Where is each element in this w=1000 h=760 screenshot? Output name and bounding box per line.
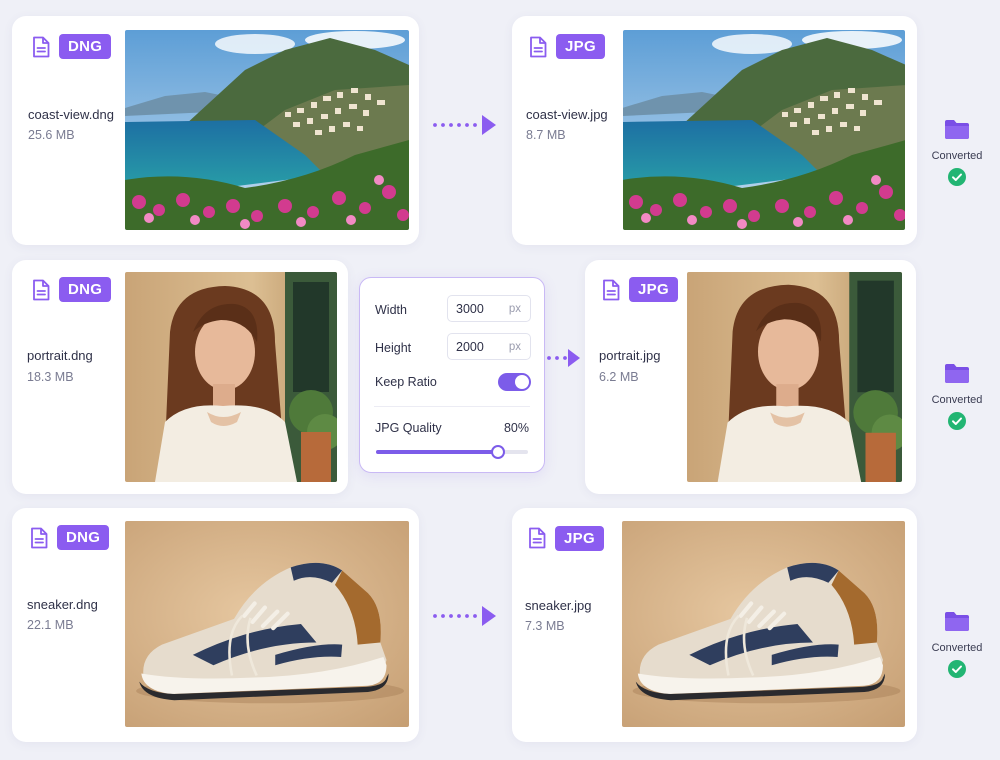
coast-photo-image — [125, 30, 409, 230]
file-name: coast-view.dng — [28, 107, 114, 122]
source-card-sneaker[interactable]: DNG sneaker.dng 22.1 MB — [12, 508, 419, 742]
folder-icon[interactable] — [944, 362, 970, 384]
width-input[interactable]: 3000 px — [447, 295, 531, 322]
sneaker-photo-image — [622, 521, 905, 727]
image-thumbnail[interactable] — [125, 272, 337, 482]
format-badge: JPG — [629, 277, 678, 302]
file-icon — [30, 527, 48, 549]
dotted-arrow-icon — [433, 115, 496, 135]
output-card-portrait[interactable]: JPG portrait.jpg 6.2 MB — [585, 260, 916, 494]
height-label: Height — [375, 341, 412, 355]
file-icon — [32, 279, 50, 301]
file-size: 6.2 MB — [599, 370, 639, 384]
slider-fill — [376, 450, 498, 454]
format-badge: DNG — [59, 34, 112, 59]
height-unit: px — [508, 341, 521, 353]
file-icon — [529, 36, 547, 58]
file-icon — [602, 279, 620, 301]
dotted-arrow-icon — [547, 349, 580, 367]
format-badge: JPG — [556, 34, 605, 59]
check-circle-icon — [948, 412, 966, 430]
image-thumbnail[interactable] — [622, 521, 905, 727]
file-name: sneaker.jpg — [525, 598, 592, 613]
folder-icon[interactable] — [944, 118, 970, 140]
status-label: Converted — [931, 394, 983, 406]
format-badge: DNG — [59, 277, 112, 302]
conversion-status: Converted — [922, 118, 992, 186]
check-circle-icon — [948, 168, 966, 186]
coast-photo-image — [623, 30, 905, 230]
toggle-knob — [515, 375, 529, 389]
dotted-arrow-icon — [433, 606, 496, 626]
format-badge: JPG — [555, 526, 604, 551]
output-card-sneaker[interactable]: JPG sneaker.jpg 7.3 MB — [512, 508, 917, 742]
file-size: 22.1 MB — [27, 618, 74, 632]
conversion-status: Converted — [922, 362, 992, 430]
conversion-status: Converted — [922, 610, 992, 678]
file-size: 8.7 MB — [526, 128, 566, 142]
status-label: Converted — [931, 150, 983, 162]
height-value: 2000 — [456, 340, 484, 354]
file-icon — [32, 36, 50, 58]
file-name: portrait.jpg — [599, 348, 661, 363]
status-label: Converted — [931, 642, 983, 654]
image-thumbnail[interactable] — [125, 521, 409, 727]
image-thumbnail[interactable] — [687, 272, 902, 482]
jpg-quality-slider[interactable] — [376, 445, 528, 459]
file-icon — [528, 527, 546, 549]
portrait-photo-image — [687, 272, 902, 482]
output-card-coast-view[interactable]: JPG coast-view.jpg 8.7 MB — [512, 16, 917, 245]
keep-ratio-label: Keep Ratio — [375, 375, 437, 389]
source-card-coast-view[interactable]: DNG coast-view.dng 25.6 MB — [12, 16, 419, 245]
file-size: 25.6 MB — [28, 128, 75, 142]
sneaker-photo-image — [125, 521, 409, 727]
divider — [374, 406, 530, 407]
width-unit: px — [508, 303, 521, 315]
file-size: 18.3 MB — [27, 370, 74, 384]
jpg-quality-value: 80% — [503, 421, 529, 435]
image-thumbnail[interactable] — [125, 30, 409, 230]
file-name: portrait.dng — [27, 348, 93, 363]
file-name: coast-view.jpg — [526, 107, 608, 122]
image-thumbnail[interactable] — [623, 30, 905, 230]
check-circle-icon — [948, 660, 966, 678]
slider-thumb[interactable] — [490, 445, 505, 459]
jpg-quality-label: JPG Quality — [375, 421, 442, 435]
file-size: 7.3 MB — [525, 619, 565, 633]
portrait-photo-image — [125, 272, 337, 482]
file-name: sneaker.dng — [27, 597, 98, 612]
width-value: 3000 — [456, 302, 484, 316]
folder-icon[interactable] — [944, 610, 970, 632]
source-card-portrait[interactable]: DNG portrait.dng 18.3 MB — [12, 260, 348, 494]
conversion-settings-panel: Width 3000 px Height 2000 px Keep Ratio … — [359, 277, 545, 473]
format-badge: DNG — [57, 525, 110, 550]
keep-ratio-toggle[interactable] — [498, 373, 531, 391]
height-input[interactable]: 2000 px — [447, 333, 531, 360]
width-label: Width — [375, 303, 407, 317]
